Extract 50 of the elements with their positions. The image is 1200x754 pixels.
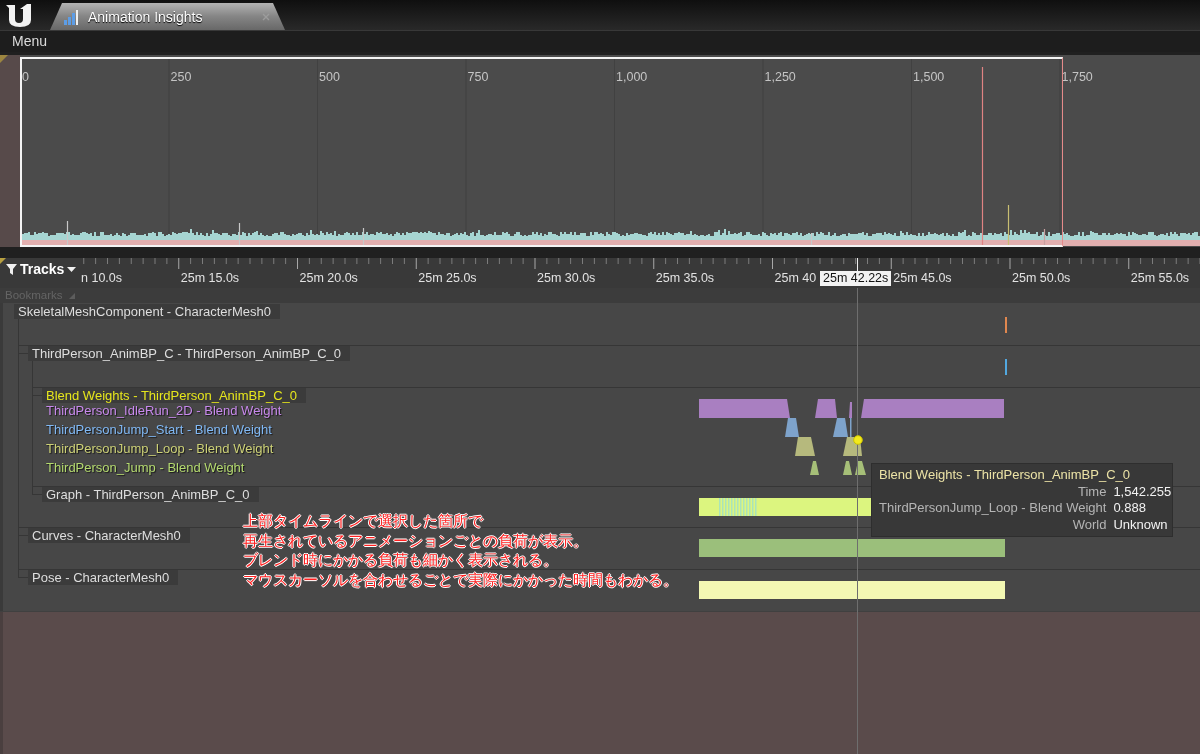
tooltip-title: Blend Weights - ThirdPerson_AnimBP_C_0 [879,467,1131,484]
axis-label: 500 [319,70,340,84]
time-label: 25m 35.0s [655,271,715,286]
series-label: ThirdPerson_Jump - Blend Weight [46,460,245,475]
time-label: n 10.0s [81,271,122,286]
corner-triangle-icon [0,258,6,264]
filter-icon [6,264,17,275]
axis-label: 0 [22,70,29,84]
track-label[interactable]: Curves - CharacterMesh0 [28,528,190,543]
time-label: 25m 30.0s [537,271,596,286]
axis-label: 250 [170,70,192,84]
tracks-button[interactable]: Tracks [6,261,80,278]
tooltip-label: ThirdPersonJump_Loop - Blend Weight [879,500,1107,517]
time-label: 25m 25.0s [418,271,477,286]
annotation-text: 再生されているアニメーションごとの負荷が表示。 [243,531,588,551]
time-label: 25m 40 [774,271,817,286]
track-label[interactable]: Graph - ThirdPerson_AnimBP_C_0 [42,487,259,502]
bar-chart-icon [63,8,79,25]
tooltip-value: Unknown [1113,516,1169,533]
annotation-text: ブレンド時にかかる負荷も細かく表示される。 [243,551,558,571]
time-label: 25m 55.0s [1130,271,1190,286]
annotation-text: マウスカーソルを合わせるごとで実際にかかった時間もわかる。 [243,570,678,590]
time-label: 25m 45.0s [893,271,952,286]
track-label[interactable]: Blend Weights - ThirdPerson_AnimBP_C_0 [42,388,306,403]
track-label[interactable]: SkeletalMeshComponent - CharacterMesh0 [14,304,280,319]
track-label[interactable]: Pose - CharacterMesh0 [28,570,179,585]
axis-label: 1,500 [913,70,945,84]
tooltip-label: World [1071,516,1107,533]
time-label: 25m 20.0s [299,271,358,286]
menu-item[interactable]: Menu [12,33,48,50]
tab[interactable]: Animation Insights [50,3,285,30]
series-label: ThirdPerson_IdleRun_2D - Blend Weight [46,403,282,418]
tooltip-value: 0.888 [1113,500,1147,517]
triangle-icon [68,292,75,299]
time-label: 25m 15.0s [180,271,240,286]
caret-icon [67,267,77,272]
axis-label: 1,250 [764,70,796,84]
track-label[interactable]: ThirdPerson_AnimBP_C - ThirdPerson_AnimBP_C_0 [28,346,350,361]
series-label: ThirdPersonJump_Start - Blend Weight [46,422,272,437]
axis-label: 1,000 [616,70,648,84]
axis-label: 1,750 [1061,70,1093,84]
tooltip-value: 1,542.255 [1113,483,1172,500]
corner-triangle-icon [0,55,8,63]
time-label: 25m 50.0s [1012,271,1071,286]
tooltip-label: Time [1077,483,1107,500]
axis-label: 750 [467,70,489,84]
current-time-marker: 25m 42.22s [820,271,892,286]
annotation-text: 上部タイムラインで選択した箇所で [243,512,483,532]
hover-point-icon [853,435,863,445]
series-label: ThirdPersonJump_Loop - Blend Weight [46,441,274,456]
